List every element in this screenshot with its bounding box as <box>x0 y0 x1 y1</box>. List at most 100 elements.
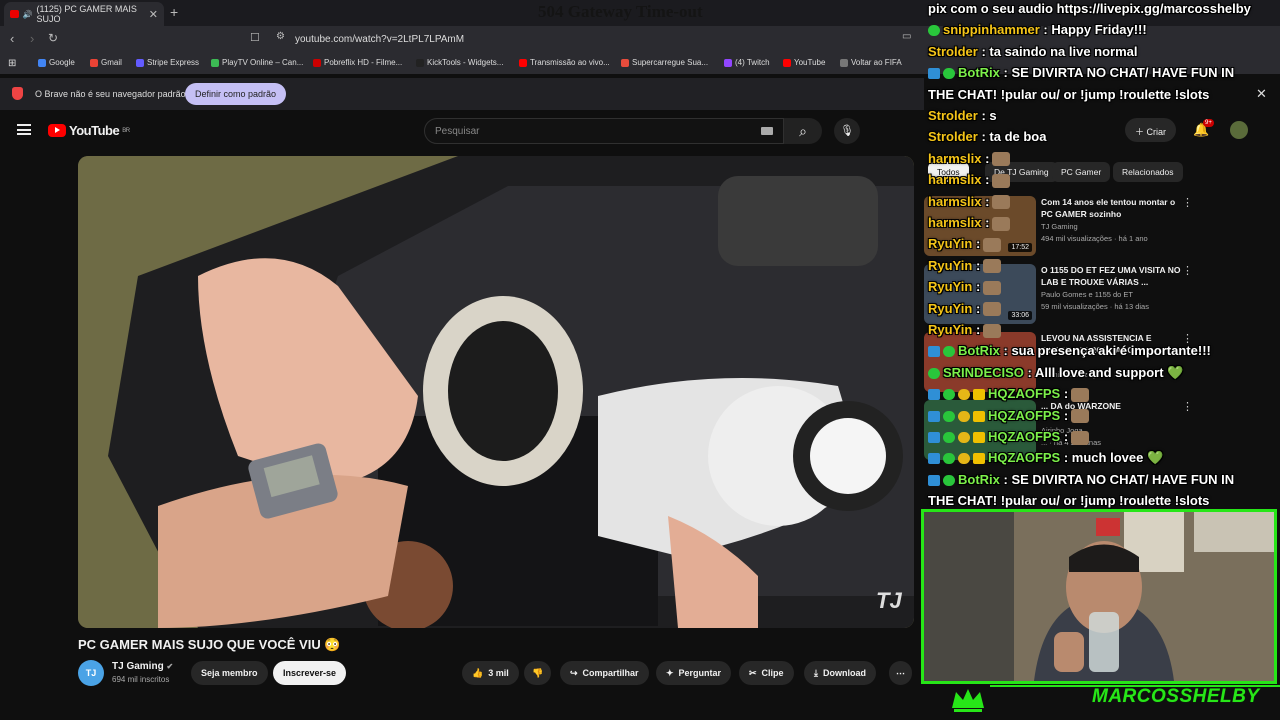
bookmark-item[interactable]: Supercarregue Sua... <box>621 58 708 67</box>
subscribe-button[interactable]: Inscrever-se <box>273 661 347 685</box>
webcam-feed <box>921 509 1277 684</box>
chat-username: Strolder <box>928 108 978 123</box>
bookmark-item[interactable]: Transmissão ao vivo... <box>519 58 610 67</box>
chat-username: RyuYin <box>928 257 973 273</box>
chat-badge-icon <box>943 389 955 401</box>
chat-username: BotRix <box>958 65 1000 81</box>
chat-badge-icon <box>973 410 985 422</box>
chat-username: HQZAOFPS <box>988 450 1061 466</box>
youtube-play-icon <box>48 124 66 137</box>
video-player[interactable]: TJ <box>78 156 914 628</box>
more-actions-button[interactable]: ⋯ <box>889 661 912 685</box>
close-tab-icon[interactable]: ✕ <box>149 8 158 21</box>
webcam-image <box>924 512 1274 681</box>
ask-button[interactable]: ✦ Perguntar <box>656 661 732 685</box>
chat-text: : s <box>981 108 997 123</box>
share-button[interactable]: ↪ Compartilhar <box>560 661 649 685</box>
chat-username: HQZAOFPS <box>988 386 1061 402</box>
new-tab-button[interactable]: + <box>170 4 178 20</box>
subscriber-count: 694 mil inscritos <box>112 675 170 684</box>
bookmark-favicon-icon <box>136 58 144 67</box>
bookmark-item[interactable]: Pobreflix HD - Filme... <box>313 58 402 67</box>
channel-avatar[interactable]: TJ <box>78 660 104 686</box>
search-button[interactable]: ⌕ <box>784 118 822 144</box>
chat-emote-icon <box>983 237 1002 252</box>
forward-icon[interactable]: › <box>30 31 34 46</box>
chat-text: : SE DIVIRTA NO CHAT/ HAVE FUN IN <box>1003 65 1235 81</box>
chat-message: RyuYin : <box>928 301 1002 317</box>
chat-message: THE CHAT! !pular ou/ or !jump !roulette … <box>928 87 1209 102</box>
bookmark-favicon-icon <box>211 58 219 67</box>
set-default-button[interactable]: Definir como padrão <box>185 83 287 105</box>
bookmark-item[interactable]: Google <box>38 58 75 67</box>
close-infobar-icon[interactable]: ✕ <box>1256 86 1267 102</box>
search-input[interactable]: Pesquisar <box>424 118 784 144</box>
chat-emote-icon <box>983 280 1002 295</box>
chat-username: Strolder <box>928 129 978 145</box>
bookmark-item[interactable]: Gmail <box>90 58 122 67</box>
browser-tab[interactable]: 🔊 (1125) PC GAMER MAIS SUJO ✕ <box>4 2 164 26</box>
chat-emote-icon <box>1071 430 1090 445</box>
site-info-icon[interactable]: ⚙ <box>276 31 285 42</box>
bookmark-item[interactable]: YouTube <box>783 58 825 67</box>
clip-button[interactable]: ✂ Clipe <box>739 661 794 685</box>
reload-icon[interactable]: ↻ <box>48 31 58 45</box>
screen-icon[interactable]: ▭ <box>902 31 911 42</box>
region-code: BR <box>122 127 130 134</box>
chat-text: : <box>985 193 990 209</box>
chat-emote-icon <box>992 173 1011 188</box>
bookmark-favicon-icon <box>840 58 848 67</box>
chat-badge-icon <box>973 389 985 401</box>
bookmark-item[interactable]: (4) Twitch <box>724 58 770 67</box>
channel-name[interactable]: TJ Gaming ✔ <box>112 661 173 672</box>
apps-icon[interactable]: ⊞ <box>8 58 16 69</box>
bookmark-icon[interactable]: ☐ <box>250 31 260 44</box>
chat-message: BotRix : SE DIVIRTA NO CHAT/ HAVE FUN IN <box>928 65 1234 80</box>
chat-emote-icon <box>1071 387 1090 402</box>
url-field[interactable]: youtube.com/watch?v=2LtPL7LPAmM <box>295 34 464 45</box>
bookmark-item[interactable]: Voltar ao FIFA <box>840 58 902 67</box>
bookmark-favicon-icon <box>313 58 321 67</box>
bookmark-item[interactable]: KickTools - Widgets... <box>416 58 503 67</box>
download-button[interactable]: ⤓ Download <box>804 661 876 685</box>
youtube-header: YouTube BR Pesquisar ⌕ 🎙 <box>0 112 924 152</box>
youtube-logo[interactable]: YouTube BR <box>48 123 130 138</box>
chat-username: SRINDECISO <box>943 364 1024 380</box>
voice-search-button[interactable]: 🎙 <box>834 118 860 144</box>
chat-message: HQZAOFPS : much lovee 💚 <box>928 450 1163 466</box>
keyboard-icon[interactable] <box>761 127 773 135</box>
bookmark-item[interactable]: Stripe Express <box>136 58 199 67</box>
chat-message: RyuYin : <box>928 257 1002 274</box>
join-button[interactable]: Seja membro <box>191 661 268 685</box>
dislike-button[interactable]: 👎 <box>524 661 552 685</box>
chat-text: : ta saindo na live normal <box>981 43 1138 59</box>
like-button[interactable]: 👍 3 mil <box>462 661 519 685</box>
back-icon[interactable]: ‹ <box>10 31 14 46</box>
brave-lion-icon <box>12 87 23 100</box>
chat-username: HQZAOFPS <box>988 429 1061 444</box>
chat-username: HQZAOFPS <box>988 407 1061 423</box>
bookmark-item[interactable]: PlayTV Online – Can... <box>211 58 303 67</box>
chat-username: harmslix <box>928 150 982 166</box>
chat-badge-icon <box>958 410 970 422</box>
chat-message: HQZAOFPS : <box>928 429 1090 445</box>
chat-text: : <box>985 172 990 188</box>
chat-badge-icon <box>928 474 940 486</box>
chat-username: Strolder <box>928 43 978 59</box>
bookmark-favicon-icon <box>783 58 791 67</box>
chat-badge-icon <box>928 346 940 358</box>
chat-emote-icon <box>1071 409 1090 424</box>
menu-icon[interactable] <box>17 124 31 135</box>
chat-badge-icon <box>958 432 970 444</box>
chat-message: Strolder : ta de boa <box>928 129 1046 144</box>
chat-username: RyuYin <box>928 236 973 252</box>
logo-text: YouTube <box>69 123 120 138</box>
bookmark-favicon-icon <box>724 58 732 67</box>
chat-text: THE CHAT! !pular ou/ or !jump !roulette … <box>928 86 1210 102</box>
chat-emote-icon <box>983 323 1002 338</box>
bookmark-favicon-icon <box>621 58 629 67</box>
chat-badge-icon <box>943 432 955 444</box>
download-icon: ⤓ <box>814 667 818 678</box>
chat-message: RyuYin : <box>928 279 1002 295</box>
chat-username: BotRix <box>958 471 1000 487</box>
